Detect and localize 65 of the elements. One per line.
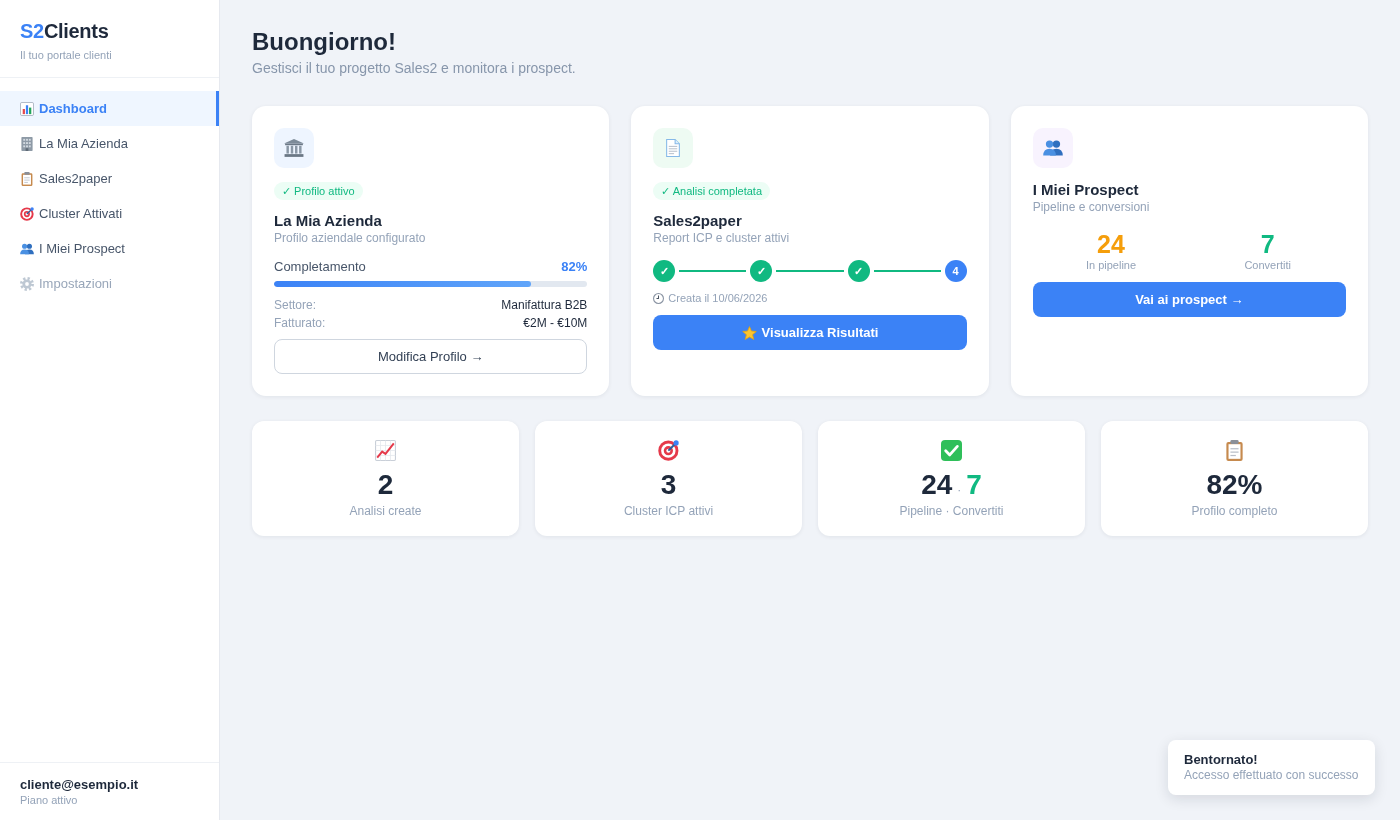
- progress-reading: 82%: [561, 259, 588, 275]
- user-plan: Piano attivo: [20, 793, 78, 807]
- created-date: Creata il 10/06/2026: [668, 291, 768, 305]
- detail-value: Manifattura B2B: [501, 297, 588, 314]
- card-title: La Mia Azienda: [274, 212, 382, 230]
- prospects-button[interactable]: Vai ai prospect →: [1032, 282, 1346, 317]
- step-indicator: ✓: [653, 260, 676, 282]
- detail-value: €2M - €10M: [523, 315, 588, 332]
- view-results-button[interactable]: Visualizza Risultati: [653, 315, 967, 350]
- chart-increasing-icon: [375, 440, 396, 461]
- edit-profile-button[interactable]: Modifica Profilo →: [274, 339, 588, 374]
- user-email: cliente@esempio.it: [20, 777, 139, 793]
- clock-icon: [653, 292, 665, 304]
- check-box-icon: [941, 440, 962, 461]
- page-title: Buongiorno!: [252, 28, 396, 56]
- card-subtitle: Profilo aziendale configurato: [274, 231, 426, 246]
- tagline: Il tuo portale clienti: [20, 48, 112, 62]
- status-badge: ✓ Analisi completata: [653, 182, 771, 200]
- target-icon: [658, 440, 679, 461]
- stat-value: 24: [1097, 230, 1125, 258]
- detail-label: Fatturato:: [274, 315, 326, 332]
- step-indicator: 4: [944, 260, 967, 282]
- step-connector: [679, 270, 747, 272]
- sidebar-item[interactable]: Sales2paper: [0, 161, 219, 196]
- toast-title: Bentornato!: [1184, 752, 1258, 768]
- sidebar-item[interactable]: La Mia Azienda: [0, 126, 219, 161]
- building-icon: [20, 136, 34, 151]
- progress-label: Completamento: [274, 259, 366, 275]
- logo: S2Clients: [20, 19, 109, 43]
- gear-icon: [20, 276, 34, 291]
- stat-value: 2: [377, 469, 394, 501]
- sidebar-item[interactable]: Cluster Attivati: [0, 196, 219, 231]
- stat-label: Profilo completo: [1191, 504, 1278, 519]
- status-badge: ✓ Profilo attivo: [274, 182, 363, 200]
- stat-value: 7: [966, 469, 982, 501]
- clipboard-icon: [1224, 440, 1245, 461]
- stat-label: In pipeline: [1085, 258, 1137, 272]
- bank-icon: [284, 139, 304, 157]
- card-title: I Miei Prospect: [1032, 181, 1139, 199]
- star-icon: [741, 325, 757, 340]
- step-connector: [776, 270, 844, 272]
- card-subtitle: Report ICP e cluster attivi: [653, 231, 790, 246]
- stat-label: Pipeline · Convertiti: [899, 504, 1004, 519]
- stat-label: Cluster ICP attivi: [623, 504, 714, 519]
- stat-value: 7: [1260, 230, 1275, 258]
- stat-value: 82%: [1206, 469, 1263, 501]
- toast-message: Accesso effettuato con successo: [1184, 768, 1359, 782]
- people-icon: [20, 241, 34, 256]
- people-icon: [1042, 139, 1063, 157]
- step-indicator: ✓: [750, 260, 773, 282]
- stat-label: Convertiti: [1244, 258, 1291, 272]
- target-icon: [20, 206, 34, 221]
- separator-dot: ·: [957, 483, 962, 497]
- step-connector: [873, 270, 941, 272]
- stat-label: Analisi create: [349, 504, 422, 519]
- detail-label: Settore:: [274, 297, 317, 314]
- step-indicator: ✓: [847, 260, 870, 282]
- stat-value: 3: [660, 469, 677, 501]
- bar-chart-icon: [20, 101, 34, 116]
- card-title: Sales2paper: [653, 212, 742, 230]
- clipboard-icon: [20, 171, 34, 186]
- stat-value: 24: [921, 469, 953, 501]
- page-subtitle: Gestisci il tuo progetto Sales2 e monitora i prospect.: [252, 60, 576, 77]
- sidebar-item[interactable]: I Miei Prospect: [0, 231, 219, 266]
- card-subtitle: Pipeline e conversioni: [1032, 200, 1150, 215]
